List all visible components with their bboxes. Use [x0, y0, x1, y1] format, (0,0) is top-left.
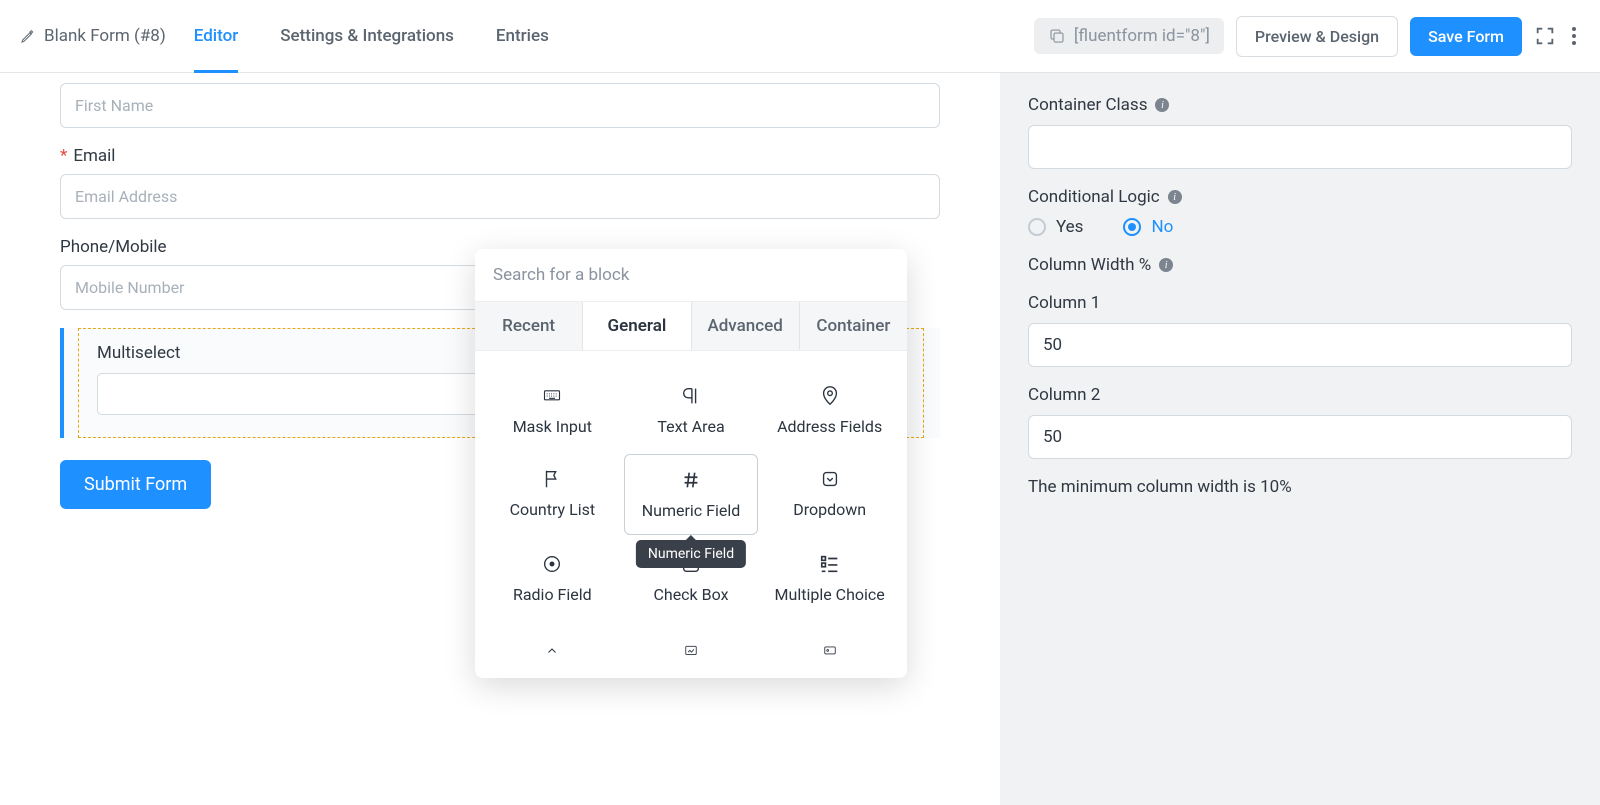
- conditional-logic-row: Conditional Logic i Yes No: [1028, 187, 1572, 237]
- card-icon: [819, 640, 841, 662]
- first-name-field[interactable]: [60, 83, 940, 128]
- preview-button[interactable]: Preview & Design: [1236, 16, 1398, 57]
- form-title[interactable]: Blank Form (#8): [20, 26, 166, 46]
- hash-icon: [680, 469, 702, 491]
- settings-sidebar: Container Class i Conditional Logic i Ye…: [1000, 73, 1600, 805]
- tab-entries[interactable]: Entries: [496, 12, 549, 60]
- block-text-area[interactable]: Text Area: [624, 371, 759, 450]
- submit-button[interactable]: Submit Form: [60, 460, 211, 509]
- more-icon[interactable]: [1568, 23, 1580, 49]
- dropdown-icon: [819, 468, 841, 490]
- chevron-up-icon: [541, 640, 563, 662]
- list-icon: [819, 553, 841, 575]
- block-peek-2[interactable]: [624, 626, 759, 676]
- top-bar-right: [fluentform id="8"] Preview & Design Sav…: [1034, 16, 1580, 57]
- form-title-text: Blank Form (#8): [44, 26, 166, 46]
- flag-icon: [541, 468, 563, 490]
- picker-tab-container[interactable]: Container: [800, 302, 907, 350]
- form-canvas: *Email Phone/Mobile Multiselect + Submit…: [0, 73, 1000, 805]
- block-mask-input[interactable]: Mask Input: [485, 371, 620, 450]
- shortcode-text: [fluentform id="8"]: [1074, 26, 1210, 46]
- cond-yes-radio[interactable]: Yes: [1028, 217, 1083, 237]
- multiselect-input[interactable]: [97, 373, 487, 415]
- column-1-row: Column 1: [1028, 293, 1572, 367]
- picker-tab-advanced[interactable]: Advanced: [692, 302, 800, 350]
- cond-no-radio[interactable]: No: [1123, 217, 1173, 237]
- block-country-list[interactable]: Country List: [485, 454, 620, 535]
- image-icon: [680, 640, 702, 662]
- map-pin-icon: [819, 385, 841, 407]
- copy-icon: [1048, 27, 1066, 45]
- info-icon[interactable]: i: [1168, 190, 1182, 204]
- tooltip: Numeric Field: [636, 540, 746, 568]
- block-radio-field[interactable]: Radio Field: [485, 539, 620, 618]
- shortcode-box[interactable]: [fluentform id="8"]: [1034, 18, 1224, 54]
- block-numeric-field[interactable]: Numeric Field Numeric Field: [624, 454, 759, 535]
- column-1-input[interactable]: [1028, 323, 1572, 367]
- fullscreen-icon[interactable]: [1534, 25, 1556, 47]
- column-2-input[interactable]: [1028, 415, 1572, 459]
- conditional-logic-label: Conditional Logic i: [1028, 187, 1572, 207]
- top-bar-left: Blank Form (#8) Editor Settings & Integr…: [20, 12, 549, 60]
- info-icon[interactable]: i: [1155, 98, 1169, 112]
- email-field[interactable]: *Email: [60, 146, 940, 219]
- container-class-input[interactable]: [1028, 125, 1572, 169]
- picker-tab-general[interactable]: General: [583, 302, 691, 350]
- block-peek-1[interactable]: [485, 626, 620, 676]
- container-class-row: Container Class i: [1028, 95, 1572, 169]
- block-dropdown[interactable]: Dropdown: [762, 454, 897, 535]
- save-button[interactable]: Save Form: [1410, 17, 1522, 56]
- radio-circle-icon: [1123, 218, 1141, 236]
- keyboard-icon: [541, 385, 563, 407]
- picker-tab-recent[interactable]: Recent: [475, 302, 583, 350]
- conditional-logic-radios: Yes No: [1028, 217, 1572, 237]
- column-width-note: The minimum column width is 10%: [1028, 477, 1572, 497]
- column-width-row: Column Width % i: [1028, 255, 1572, 275]
- block-grid: Mask Input Text Area Address Fields Coun…: [475, 351, 907, 626]
- email-label: *Email: [60, 146, 940, 166]
- email-input[interactable]: [60, 174, 940, 219]
- block-peek-3[interactable]: [762, 626, 897, 676]
- main-area: *Email Phone/Mobile Multiselect + Submit…: [0, 73, 1600, 805]
- column-2-label: Column 2: [1028, 385, 1572, 405]
- tab-editor[interactable]: Editor: [194, 12, 238, 60]
- tab-settings[interactable]: Settings & Integrations: [280, 12, 454, 60]
- main-tabs: Editor Settings & Integrations Entries: [194, 12, 549, 60]
- block-multiple-choice[interactable]: Multiple Choice: [762, 539, 897, 618]
- radio-icon: [541, 553, 563, 575]
- column-2-row: Column 2: [1028, 385, 1572, 459]
- paragraph-icon: [680, 385, 702, 407]
- block-grid-peek: [475, 626, 907, 678]
- container-class-label: Container Class i: [1028, 95, 1572, 115]
- block-search-input[interactable]: Search for a block: [475, 249, 907, 301]
- block-picker-tabs: Recent General Advanced Container: [475, 301, 907, 351]
- block-address-fields[interactable]: Address Fields: [762, 371, 897, 450]
- column-1-label: Column 1: [1028, 293, 1572, 313]
- column-width-label: Column Width % i: [1028, 255, 1572, 275]
- info-icon[interactable]: i: [1159, 258, 1173, 272]
- phone-input[interactable]: [60, 265, 480, 310]
- top-bar: Blank Form (#8) Editor Settings & Integr…: [0, 0, 1600, 73]
- pencil-icon: [20, 28, 36, 44]
- radio-circle-icon: [1028, 218, 1046, 236]
- block-picker-popover: Search for a block Recent General Advanc…: [475, 249, 907, 678]
- first-name-input[interactable]: [60, 83, 940, 128]
